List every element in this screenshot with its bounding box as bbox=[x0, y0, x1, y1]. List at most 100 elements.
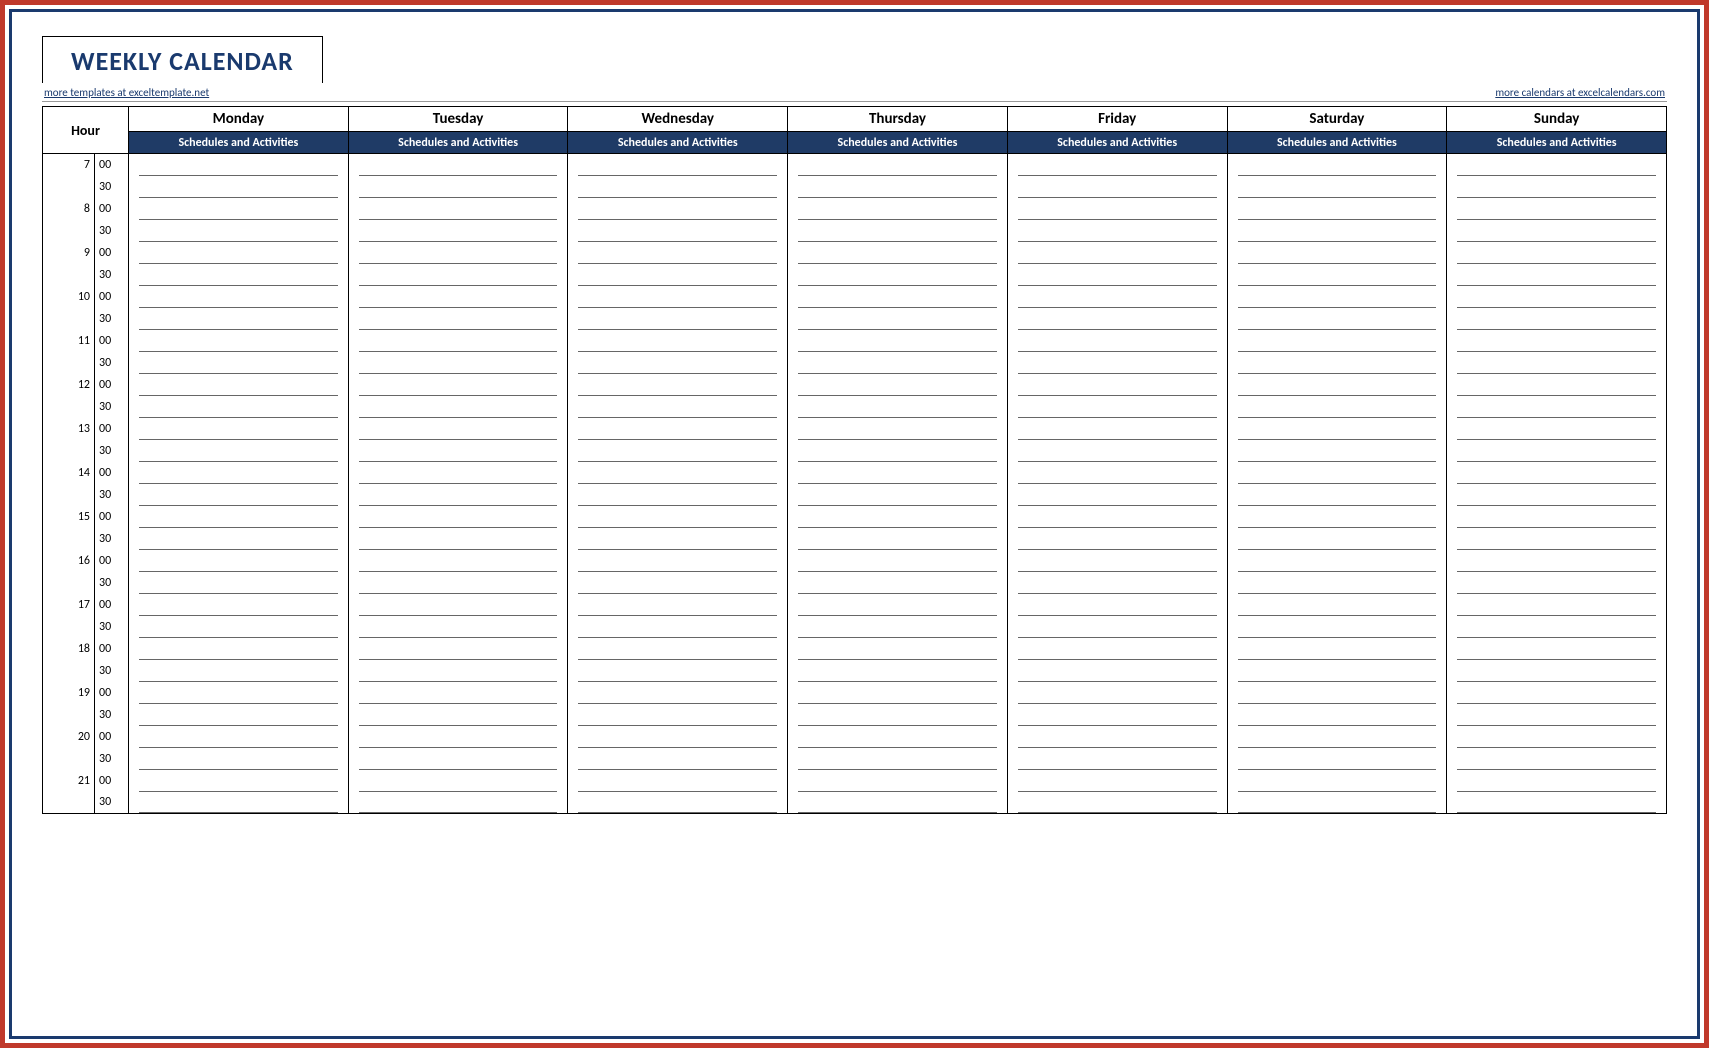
schedule-slot[interactable] bbox=[568, 308, 788, 330]
schedule-slot[interactable] bbox=[129, 770, 349, 792]
schedule-slot[interactable] bbox=[568, 528, 788, 550]
schedule-slot[interactable] bbox=[1007, 484, 1227, 506]
schedule-slot[interactable] bbox=[129, 682, 349, 704]
schedule-slot[interactable] bbox=[129, 660, 349, 682]
schedule-slot[interactable] bbox=[568, 704, 788, 726]
schedule-slot[interactable] bbox=[129, 418, 349, 440]
schedule-slot[interactable] bbox=[788, 220, 1008, 242]
schedule-slot[interactable] bbox=[348, 616, 568, 638]
schedule-slot[interactable] bbox=[129, 330, 349, 352]
schedule-slot[interactable] bbox=[568, 396, 788, 418]
schedule-slot[interactable] bbox=[1227, 374, 1447, 396]
schedule-slot[interactable] bbox=[568, 770, 788, 792]
schedule-slot[interactable] bbox=[1227, 682, 1447, 704]
schedule-slot[interactable] bbox=[788, 638, 1008, 660]
schedule-slot[interactable] bbox=[568, 484, 788, 506]
schedule-slot[interactable] bbox=[348, 242, 568, 264]
schedule-slot[interactable] bbox=[1227, 748, 1447, 770]
templates-link[interactable]: more templates at exceltemplate.net bbox=[44, 85, 209, 101]
schedule-slot[interactable] bbox=[348, 748, 568, 770]
schedule-slot[interactable] bbox=[788, 264, 1008, 286]
schedule-slot[interactable] bbox=[348, 418, 568, 440]
schedule-slot[interactable] bbox=[348, 682, 568, 704]
schedule-slot[interactable] bbox=[129, 286, 349, 308]
schedule-slot[interactable] bbox=[129, 462, 349, 484]
schedule-slot[interactable] bbox=[129, 484, 349, 506]
schedule-slot[interactable] bbox=[1447, 550, 1667, 572]
schedule-slot[interactable] bbox=[129, 792, 349, 814]
schedule-slot[interactable] bbox=[1447, 330, 1667, 352]
schedule-slot[interactable] bbox=[129, 704, 349, 726]
schedule-slot[interactable] bbox=[1447, 176, 1667, 198]
schedule-slot[interactable] bbox=[129, 308, 349, 330]
schedule-slot[interactable] bbox=[788, 286, 1008, 308]
schedule-slot[interactable] bbox=[1447, 594, 1667, 616]
schedule-slot[interactable] bbox=[348, 286, 568, 308]
schedule-slot[interactable] bbox=[1227, 198, 1447, 220]
schedule-slot[interactable] bbox=[1007, 352, 1227, 374]
schedule-slot[interactable] bbox=[1007, 308, 1227, 330]
schedule-slot[interactable] bbox=[788, 506, 1008, 528]
schedule-slot[interactable] bbox=[348, 220, 568, 242]
schedule-slot[interactable] bbox=[1227, 154, 1447, 176]
schedule-slot[interactable] bbox=[788, 660, 1008, 682]
schedule-slot[interactable] bbox=[1007, 704, 1227, 726]
schedule-slot[interactable] bbox=[129, 242, 349, 264]
schedule-slot[interactable] bbox=[1447, 770, 1667, 792]
schedule-slot[interactable] bbox=[1447, 198, 1667, 220]
schedule-slot[interactable] bbox=[1447, 396, 1667, 418]
schedule-slot[interactable] bbox=[568, 682, 788, 704]
schedule-slot[interactable] bbox=[1227, 770, 1447, 792]
schedule-slot[interactable] bbox=[129, 638, 349, 660]
schedule-slot[interactable] bbox=[1227, 638, 1447, 660]
calendars-link[interactable]: more calendars at excelcalendars.com bbox=[1495, 85, 1665, 101]
schedule-slot[interactable] bbox=[1007, 462, 1227, 484]
schedule-slot[interactable] bbox=[568, 198, 788, 220]
schedule-slot[interactable] bbox=[129, 352, 349, 374]
schedule-slot[interactable] bbox=[1227, 440, 1447, 462]
schedule-slot[interactable] bbox=[1007, 418, 1227, 440]
schedule-slot[interactable] bbox=[788, 704, 1008, 726]
schedule-slot[interactable] bbox=[1007, 506, 1227, 528]
schedule-slot[interactable] bbox=[348, 330, 568, 352]
schedule-slot[interactable] bbox=[348, 264, 568, 286]
schedule-slot[interactable] bbox=[1227, 242, 1447, 264]
schedule-slot[interactable] bbox=[1447, 726, 1667, 748]
schedule-slot[interactable] bbox=[348, 176, 568, 198]
schedule-slot[interactable] bbox=[1447, 352, 1667, 374]
schedule-slot[interactable] bbox=[1007, 220, 1227, 242]
schedule-slot[interactable] bbox=[788, 308, 1008, 330]
schedule-slot[interactable] bbox=[1447, 682, 1667, 704]
schedule-slot[interactable] bbox=[568, 154, 788, 176]
schedule-slot[interactable] bbox=[568, 594, 788, 616]
schedule-slot[interactable] bbox=[1007, 792, 1227, 814]
schedule-slot[interactable] bbox=[348, 770, 568, 792]
schedule-slot[interactable] bbox=[1227, 506, 1447, 528]
schedule-slot[interactable] bbox=[568, 572, 788, 594]
schedule-slot[interactable] bbox=[568, 462, 788, 484]
schedule-slot[interactable] bbox=[348, 462, 568, 484]
schedule-slot[interactable] bbox=[348, 660, 568, 682]
schedule-slot[interactable] bbox=[788, 484, 1008, 506]
schedule-slot[interactable] bbox=[1447, 638, 1667, 660]
schedule-slot[interactable] bbox=[1447, 660, 1667, 682]
schedule-slot[interactable] bbox=[1007, 176, 1227, 198]
schedule-slot[interactable] bbox=[788, 330, 1008, 352]
schedule-slot[interactable] bbox=[348, 726, 568, 748]
schedule-slot[interactable] bbox=[1007, 770, 1227, 792]
schedule-slot[interactable] bbox=[568, 440, 788, 462]
schedule-slot[interactable] bbox=[568, 506, 788, 528]
schedule-slot[interactable] bbox=[1227, 792, 1447, 814]
schedule-slot[interactable] bbox=[1227, 220, 1447, 242]
schedule-slot[interactable] bbox=[1007, 242, 1227, 264]
schedule-slot[interactable] bbox=[568, 616, 788, 638]
schedule-slot[interactable] bbox=[1447, 704, 1667, 726]
schedule-slot[interactable] bbox=[348, 572, 568, 594]
schedule-slot[interactable] bbox=[1447, 374, 1667, 396]
schedule-slot[interactable] bbox=[1227, 726, 1447, 748]
schedule-slot[interactable] bbox=[348, 352, 568, 374]
schedule-slot[interactable] bbox=[568, 638, 788, 660]
schedule-slot[interactable] bbox=[129, 726, 349, 748]
schedule-slot[interactable] bbox=[788, 352, 1008, 374]
schedule-slot[interactable] bbox=[1227, 308, 1447, 330]
